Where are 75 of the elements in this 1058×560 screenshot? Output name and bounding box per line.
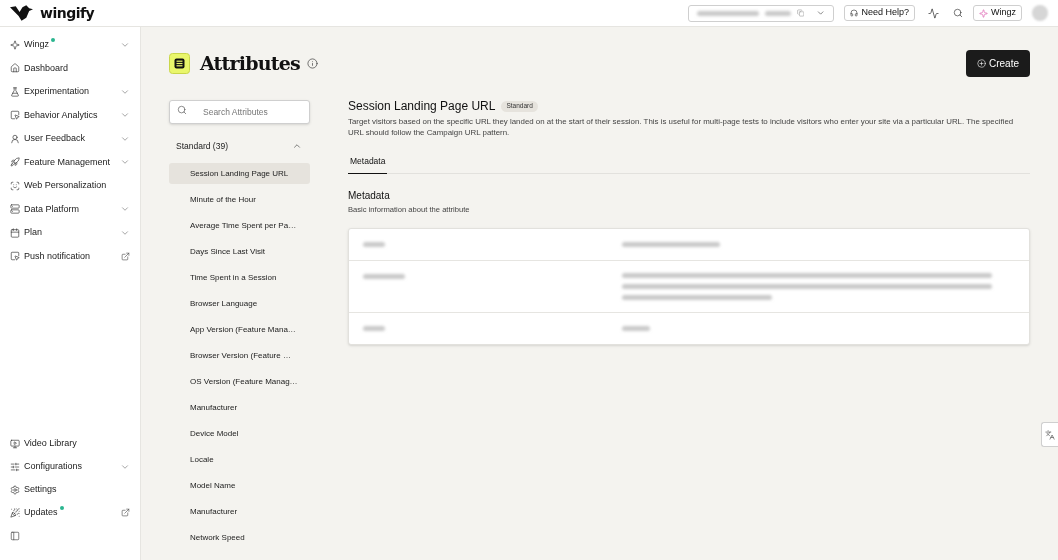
person-icon [10, 133, 20, 144]
plus-circle-icon [977, 59, 986, 68]
sidebar-item[interactable]: Feature Management [0, 150, 140, 174]
blurred-text [363, 241, 385, 247]
blurred-text [363, 273, 405, 279]
party-popper-icon [10, 507, 20, 518]
sliders-icon [10, 461, 20, 472]
attribute-item[interactable]: Browser Version (Feature … [169, 345, 310, 366]
attribute-item[interactable]: Days Since Last Visit [169, 241, 310, 262]
headset-icon [850, 9, 859, 17]
home-icon [10, 63, 20, 74]
attribute-item[interactable]: Device Model [169, 423, 310, 444]
sidebar-item[interactable]: Updates [0, 501, 140, 524]
rocket-icon [10, 157, 20, 168]
sidebar-item[interactable]: Experimentation [0, 80, 140, 104]
sidebar-item[interactable]: Data Platform [0, 197, 140, 221]
attribute-item[interactable]: OS Version (Feature Manag… [169, 371, 310, 392]
sidebar-item[interactable]: Push notification [0, 244, 140, 268]
tab[interactable]: Metadata [348, 155, 388, 174]
attribute-group-header[interactable]: Standard (39) [169, 139, 310, 153]
sidebar-item[interactable]: Settings [0, 478, 140, 501]
search-icon [177, 105, 187, 115]
activity-icon[interactable] [928, 7, 939, 19]
translate-tab[interactable] [1041, 422, 1058, 447]
pointer-square-icon [10, 110, 20, 121]
attribute-item[interactable]: Minute of the Hour [169, 189, 310, 210]
wingz-button[interactable]: Wingz [973, 5, 1022, 21]
sidebar-item[interactable]: Configurations [0, 455, 140, 478]
logo-wordmark[interactable]: wingify [40, 2, 95, 24]
sidebar-item[interactable]: Behavior Analytics [0, 103, 140, 127]
sidebar-item[interactable]: Plan [0, 221, 140, 245]
attribute-item[interactable]: Model Name [169, 475, 310, 496]
copy-icon [796, 9, 805, 17]
attribute-item[interactable]: Manufacturer [169, 397, 310, 418]
blurred-text [622, 325, 650, 331]
pointer-square-icon [10, 251, 20, 262]
search-field[interactable]: Search Attributes [169, 100, 310, 124]
sparkle-icon [10, 39, 20, 50]
attribute-item[interactable]: Session Landing Page URL [169, 163, 310, 184]
create-button[interactable]: Create [966, 50, 1030, 77]
blurred-text [697, 10, 759, 16]
flask-icon [10, 86, 20, 97]
attribute-title: Session Landing Page URL [348, 99, 496, 114]
section-title: Metadata [348, 189, 391, 202]
settings-icon [10, 484, 20, 495]
attribute-item[interactable]: App Version (Feature Mana… [169, 319, 310, 340]
sidebar-item[interactable]: Web Personalization [0, 174, 140, 198]
external-link-icon [121, 251, 130, 261]
attributes-list-icon [169, 53, 190, 74]
page-title: Attributes [200, 54, 300, 73]
sidebar-item[interactable]: User Feedback [0, 127, 140, 151]
attribute-item[interactable]: Manufacturer [169, 501, 310, 522]
attribute-item[interactable]: Network Speed [169, 527, 310, 548]
scan-face-icon [10, 180, 20, 191]
sparkle-icon [979, 8, 988, 18]
attribute-item[interactable]: Time Spent in a Session [169, 267, 310, 288]
sidebar-item[interactable]: Wingz [0, 33, 140, 57]
attribute-item[interactable]: Locale [169, 449, 310, 470]
attribute-item[interactable]: Average Time Spent per Pa… [169, 215, 310, 236]
blurred-text [363, 325, 385, 331]
sidebar-toggle-icon[interactable] [10, 530, 20, 541]
sidebar-item[interactable]: Video Library [0, 432, 140, 455]
external-link-icon [121, 508, 130, 517]
search-icon[interactable] [953, 8, 963, 18]
server-icon [10, 204, 20, 215]
video-monitor-icon [10, 438, 20, 449]
translate-icon [1045, 429, 1055, 440]
info-icon[interactable] [306, 58, 318, 69]
sidebar-item[interactable]: Dashboard [0, 56, 140, 80]
blurred-text [764, 10, 791, 16]
attribute-item[interactable]: Browser Language [169, 293, 310, 314]
chevron-down-icon [816, 8, 826, 18]
calendar-icon [10, 227, 20, 238]
bird-logo-icon [10, 5, 33, 21]
help-button[interactable]: Need Help? [844, 5, 915, 21]
